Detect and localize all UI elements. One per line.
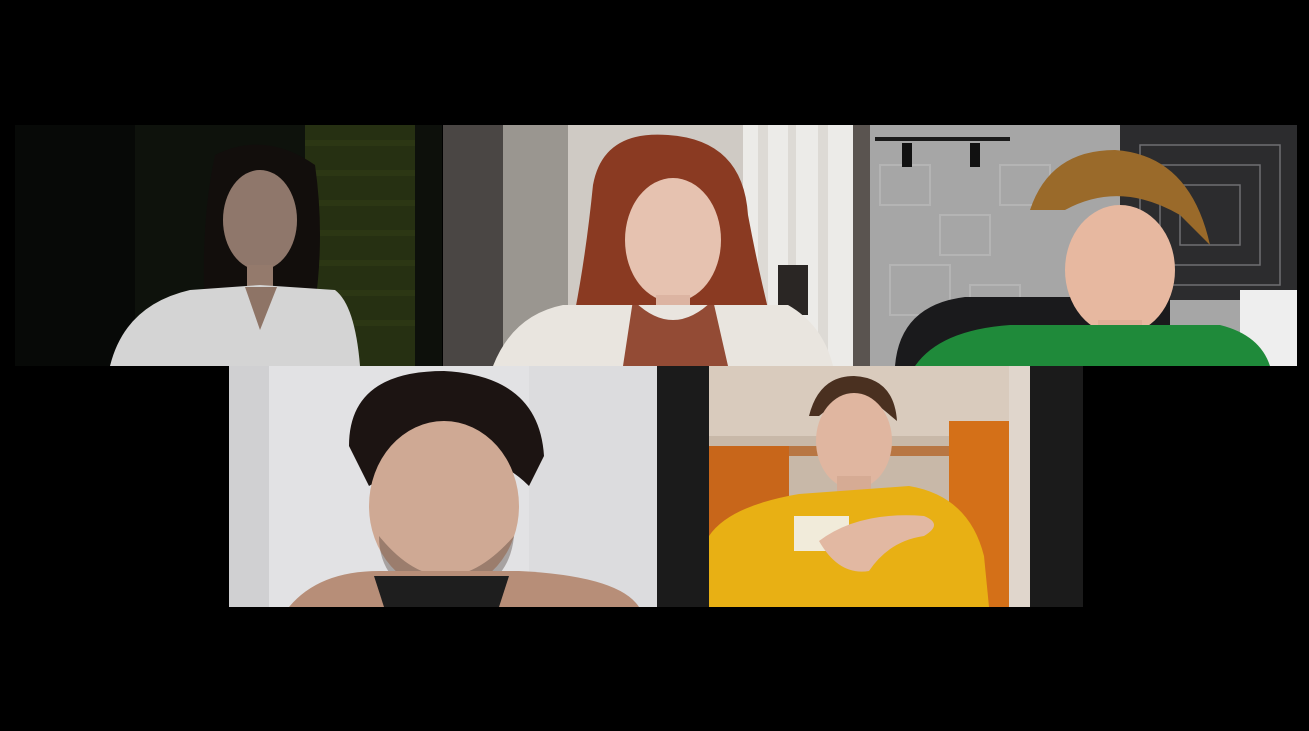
participant-video-tile[interactable] [443, 125, 870, 366]
participant-video-tile[interactable] [870, 125, 1297, 366]
gallery-spacer [657, 366, 709, 607]
participant-video-tile[interactable] [229, 366, 657, 607]
gallery-spacer [1030, 366, 1083, 607]
participant-video-feed [15, 125, 442, 366]
participant-video-feed [709, 366, 1030, 607]
participant-video-tile[interactable] [709, 366, 1030, 607]
video-call-gallery [0, 0, 1309, 731]
participant-video-feed [870, 125, 1297, 366]
participant-video-tile[interactable] [15, 125, 442, 366]
participant-video-feed [443, 125, 870, 366]
participant-video-feed [229, 366, 657, 607]
